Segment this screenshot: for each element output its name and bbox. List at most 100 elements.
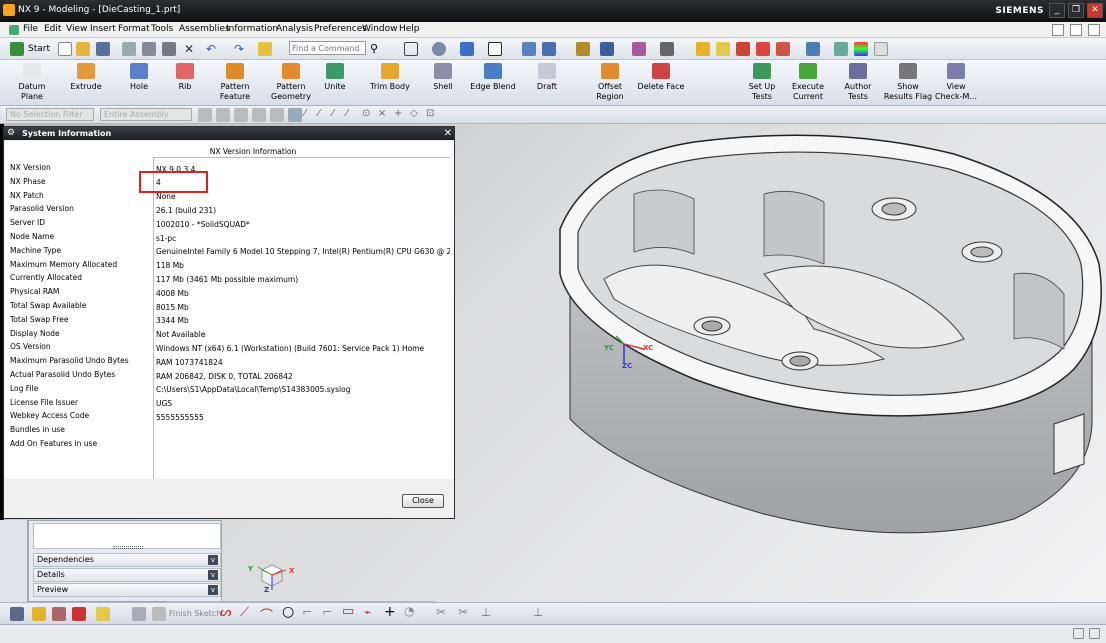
selection-tool-icon[interactable] (288, 108, 302, 122)
redo-icon[interactable]: ↷ (234, 42, 248, 56)
snap-line-icon[interactable]: ⁄ (318, 108, 332, 122)
menu-preferences[interactable]: Preferences (314, 24, 367, 34)
fit-view-icon[interactable] (404, 42, 418, 56)
snap-point-icon[interactable]: + (394, 108, 408, 122)
component-icon[interactable] (716, 42, 730, 56)
assembly-icon[interactable] (696, 42, 710, 56)
layer-icon[interactable] (806, 42, 820, 56)
restore-panel-icon[interactable] (1073, 628, 1084, 639)
chamfer-icon[interactable]: ⌐ (322, 605, 332, 619)
selection-tool-icon[interactable] (252, 108, 266, 122)
menu-assemblies[interactable]: Assemblies (179, 24, 230, 34)
datum-plane-button[interactable]: Datum Plane (12, 63, 52, 102)
search-icon[interactable]: ⚲ (370, 42, 384, 56)
selection-tool-icon[interactable] (216, 108, 230, 122)
snap-center-icon[interactable]: ⊙ (362, 108, 376, 122)
set-up-tests-button[interactable]: Set Up Tests (742, 63, 782, 102)
menu-tools[interactable]: Tools (151, 24, 173, 34)
snap-icon[interactable] (522, 42, 536, 56)
draft-button[interactable]: Draft (530, 63, 564, 92)
extrude-button[interactable]: Extrude (66, 63, 106, 92)
circle-icon[interactable]: ○ (282, 604, 294, 620)
snap-midpoint-icon[interactable]: ⁄ (346, 108, 360, 122)
rib-button[interactable]: Rib (168, 63, 202, 92)
author-tests-button[interactable]: Author Tests (838, 63, 878, 102)
shell-button[interactable]: Shell (428, 63, 458, 92)
menu-help[interactable]: Help (399, 24, 420, 34)
close-button[interactable]: Close (402, 494, 444, 508)
dependencies-section[interactable]: Dependencies v (33, 553, 221, 567)
copy-icon[interactable] (142, 42, 156, 56)
child-restore-button[interactable] (1070, 24, 1082, 36)
background-icon[interactable] (488, 42, 502, 56)
measure-icon[interactable] (632, 42, 646, 56)
snap-point-icon[interactable]: ⊡ (426, 108, 440, 122)
palette-icon[interactable] (834, 42, 848, 56)
find-command-input[interactable] (289, 41, 366, 55)
menu-edit[interactable]: Edit (44, 24, 61, 34)
point-icon[interactable]: + (384, 604, 396, 620)
save-icon[interactable] (96, 42, 110, 56)
constraint-icon[interactable] (736, 42, 750, 56)
geometric-constraints-icon[interactable]: ⟂ (534, 605, 542, 620)
close-icon[interactable]: ✕ (444, 127, 452, 140)
trim-icon[interactable]: ✂ (436, 605, 446, 619)
unite-button[interactable]: Unite (320, 63, 350, 92)
add-sketch-icon[interactable] (32, 607, 46, 621)
minimize-button[interactable]: _ (1049, 3, 1065, 18)
repeat-command-icon[interactable] (258, 42, 272, 56)
selection-scope-dropdown[interactable]: Entire Assembly (100, 108, 192, 121)
make-corner-icon[interactable]: ⟂ (482, 605, 490, 620)
pattern-geometry-button[interactable]: Pattern Geometry (268, 63, 314, 102)
sketch-group-icon[interactable] (96, 607, 110, 621)
offset-region-button[interactable]: Offset Region (590, 63, 630, 102)
menu-view[interactable]: View (66, 24, 87, 34)
menu-file[interactable]: File (23, 24, 38, 34)
menu-format[interactable]: Format (118, 24, 150, 34)
paste-icon[interactable] (162, 42, 176, 56)
line-icon[interactable]: ⟋ (240, 605, 249, 620)
orient-view-icon[interactable] (432, 42, 446, 56)
menu-information[interactable]: Information (226, 24, 278, 34)
snap-line-icon[interactable]: ⁄ (304, 108, 318, 122)
sketch-icon[interactable] (10, 607, 24, 621)
finish-sketch-icon[interactable] (132, 607, 146, 621)
snap-quadrant-icon[interactable]: ◇ (410, 108, 424, 122)
funnel-icon[interactable] (756, 42, 770, 56)
delete-icon[interactable]: ✕ (184, 42, 198, 56)
preview-section[interactable]: Preview v (33, 583, 221, 597)
open-icon[interactable] (76, 42, 90, 56)
sketch-constraint-icon[interactable] (72, 607, 86, 621)
render-style-icon[interactable] (460, 42, 474, 56)
child-close-button[interactable] (1052, 24, 1064, 36)
view-check-button[interactable]: View Check-M... (930, 63, 982, 102)
profile-icon[interactable]: ᔕ (220, 605, 232, 620)
restore-button[interactable]: ❐ (1068, 3, 1084, 18)
color-icon[interactable] (854, 42, 868, 56)
cut-icon[interactable] (122, 42, 136, 56)
offset-curve-icon[interactable]: ◔ (404, 604, 414, 618)
polygon-icon[interactable]: ⌁ (364, 605, 371, 619)
rectangle-icon[interactable]: ▭ (342, 604, 354, 619)
start-button[interactable]: Start (28, 44, 50, 54)
fillet-icon[interactable]: ⌐ (302, 605, 312, 619)
filter-icon[interactable] (776, 42, 790, 56)
pattern-feature-button[interactable]: Pattern Feature (214, 63, 256, 102)
select-icon[interactable] (542, 42, 556, 56)
selection-filter-dropdown[interactable]: No Selection Filter (6, 108, 94, 121)
arc-icon[interactable]: ⌒ (260, 605, 273, 624)
sketch-edit-icon[interactable] (52, 607, 66, 621)
view-triad-icon[interactable] (600, 42, 614, 56)
full-screen-icon[interactable] (1089, 628, 1100, 639)
extend-icon[interactable]: ✂ (458, 605, 468, 619)
sketch-icon[interactable] (576, 42, 590, 56)
new-icon[interactable] (58, 42, 72, 56)
selection-tool-icon[interactable] (270, 108, 284, 122)
show-results-flag-button[interactable]: Show Results Flag (880, 63, 936, 102)
menu-insert[interactable]: Insert (90, 24, 116, 34)
delete-face-button[interactable]: Delete Face (636, 63, 686, 92)
edge-blend-button[interactable]: Edge Blend (468, 63, 518, 92)
blank-icon[interactable] (874, 42, 888, 56)
finish-sketch-button[interactable]: Finish Sketch (169, 609, 221, 618)
finish-sketch-flag-icon[interactable] (152, 607, 166, 621)
